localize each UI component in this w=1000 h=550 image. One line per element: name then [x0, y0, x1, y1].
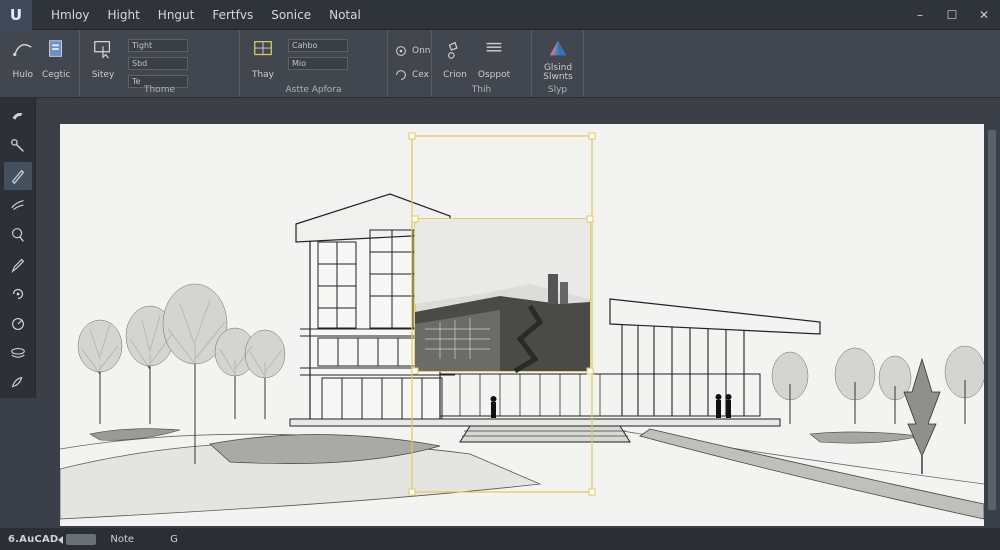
menu-item-5[interactable]: Sonice	[262, 0, 320, 30]
tool-pencil[interactable]	[4, 251, 32, 279]
tool-rotate[interactable]	[4, 281, 32, 309]
menu-item-6[interactable]: Notal	[320, 0, 370, 30]
lasso-icon	[11, 228, 24, 242]
ribbon-field-4[interactable]: Cahbo	[288, 38, 348, 52]
vertical-scrollbar[interactable]	[984, 124, 1000, 526]
menu-item-1[interactable]: Hmloy	[42, 0, 99, 30]
ribbon-view-tools: Onn Cex	[394, 34, 431, 97]
canvas-frame	[36, 98, 1000, 528]
drawing-canvas[interactable]	[60, 124, 984, 526]
ribbon-tool-label: Thay	[251, 70, 275, 80]
status-item-note[interactable]: Note	[110, 534, 134, 545]
pencil-icon	[10, 258, 24, 273]
ribbon-tool-label: Sitey	[91, 70, 115, 80]
left-toolbar	[0, 98, 36, 398]
ribbon-toolbar: Hulo Cegtic Sitey Tight Sbd Te Thome Tha…	[0, 30, 1000, 98]
rotate-icon	[12, 289, 23, 300]
tool-pen[interactable]	[3, 162, 32, 190]
close-button[interactable]: ✕	[968, 0, 1000, 30]
status-app-name: 6.AuCAD	[8, 533, 59, 545]
minimize-button[interactable]: –	[904, 0, 936, 30]
maximize-button[interactable]: ☐	[936, 0, 968, 30]
tool-brush[interactable]	[4, 192, 32, 220]
ribbon-group-draw: Hulo Cegtic	[0, 30, 80, 97]
menu-bar: Hmloy Hight Hngut Fertfvs Sonice Notal	[42, 0, 370, 30]
ribbon-group-name: Thih	[471, 85, 492, 95]
ribbon-tool-label: Onn	[412, 46, 431, 56]
ribbon-field-5[interactable]: Mio	[288, 56, 348, 70]
tool-orbit[interactable]	[4, 310, 32, 338]
ribbon-group-view: Onn Cex	[388, 30, 432, 97]
scrollbar-thumb[interactable]	[988, 130, 996, 510]
brush-icon	[10, 199, 24, 210]
cad-application: U Hmloy Hight Hngut Fertfvs Sonice Notal…	[0, 0, 1000, 550]
ribbon-group-name: Thome	[143, 85, 175, 95]
pyramid-icon	[549, 40, 567, 56]
ribbon-tool-label: Osppot	[477, 70, 511, 80]
pen-icon	[11, 169, 24, 185]
ribbon-tool-label: Cegtic	[41, 70, 71, 80]
ribbon-group-name: Slyp	[547, 85, 568, 95]
layers-icon	[10, 347, 25, 358]
tool-layers[interactable]	[4, 340, 32, 368]
ribbon-field-2[interactable]: Sbd	[128, 56, 188, 70]
title-bar: U Hmloy Hight Hngut Fertfvs Sonice Notal…	[0, 0, 1000, 30]
ribbon-tool-label: Crion	[443, 70, 467, 80]
tool-lasso[interactable]	[4, 221, 32, 249]
list-icon	[486, 42, 502, 52]
ribbon-tool-label: Hulo	[12, 70, 33, 80]
tool-hand[interactable]	[4, 103, 32, 131]
ribbon-tool-hulo[interactable]: Hulo	[6, 34, 40, 97]
tool-paint[interactable]	[4, 369, 32, 397]
layers-icon	[49, 40, 63, 57]
orbit-icon	[11, 317, 24, 330]
loop-icon	[396, 70, 406, 80]
lasso-icon	[448, 41, 458, 59]
ribbon-tool-cex[interactable]: Cex	[394, 66, 431, 84]
ribbon-tool-cegtic[interactable]: Cegtic	[40, 34, 74, 97]
ribbon-group-apfora: Thay Cahbo Mio Astte Apfora	[240, 30, 388, 97]
ribbon-field-1[interactable]: Tight	[128, 38, 188, 52]
paint-icon	[11, 376, 22, 388]
status-item-g[interactable]: G	[170, 534, 178, 545]
ribbon-group-name: Astte Apfora	[285, 85, 342, 95]
ribbon-tool-onn[interactable]: Onn	[394, 42, 431, 60]
ribbon-tool-label: Cex	[412, 70, 429, 80]
eye-icon	[396, 46, 406, 56]
window-controls: – ☐ ✕	[904, 0, 1000, 30]
hand-icon	[12, 112, 22, 120]
menu-item-4[interactable]: Fertfvs	[203, 0, 262, 30]
grid-icon	[254, 41, 272, 56]
architectural-sketch	[60, 132, 984, 520]
status-bar: 6.AuCAD Note G	[0, 528, 1000, 550]
menu-item-3[interactable]: Hngut	[149, 0, 204, 30]
status-toggle[interactable]	[58, 533, 97, 545]
select-icon	[10, 139, 24, 153]
ribbon-group-home: Sitey Tight Sbd Te Thome	[80, 30, 240, 97]
ribbon-tool-label: Glsind Slwnts	[543, 63, 573, 82]
ribbon-group-thih: Crion Osppot Thih	[432, 30, 532, 97]
tool-select[interactable]	[4, 133, 32, 161]
app-logo[interactable]: U	[0, 0, 32, 30]
ribbon-group-slyp: Glsind Slwnts Slyp	[532, 30, 584, 97]
curve-icon	[12, 44, 32, 57]
pointer-icon	[94, 41, 111, 59]
menu-item-2[interactable]: Hight	[99, 0, 149, 30]
